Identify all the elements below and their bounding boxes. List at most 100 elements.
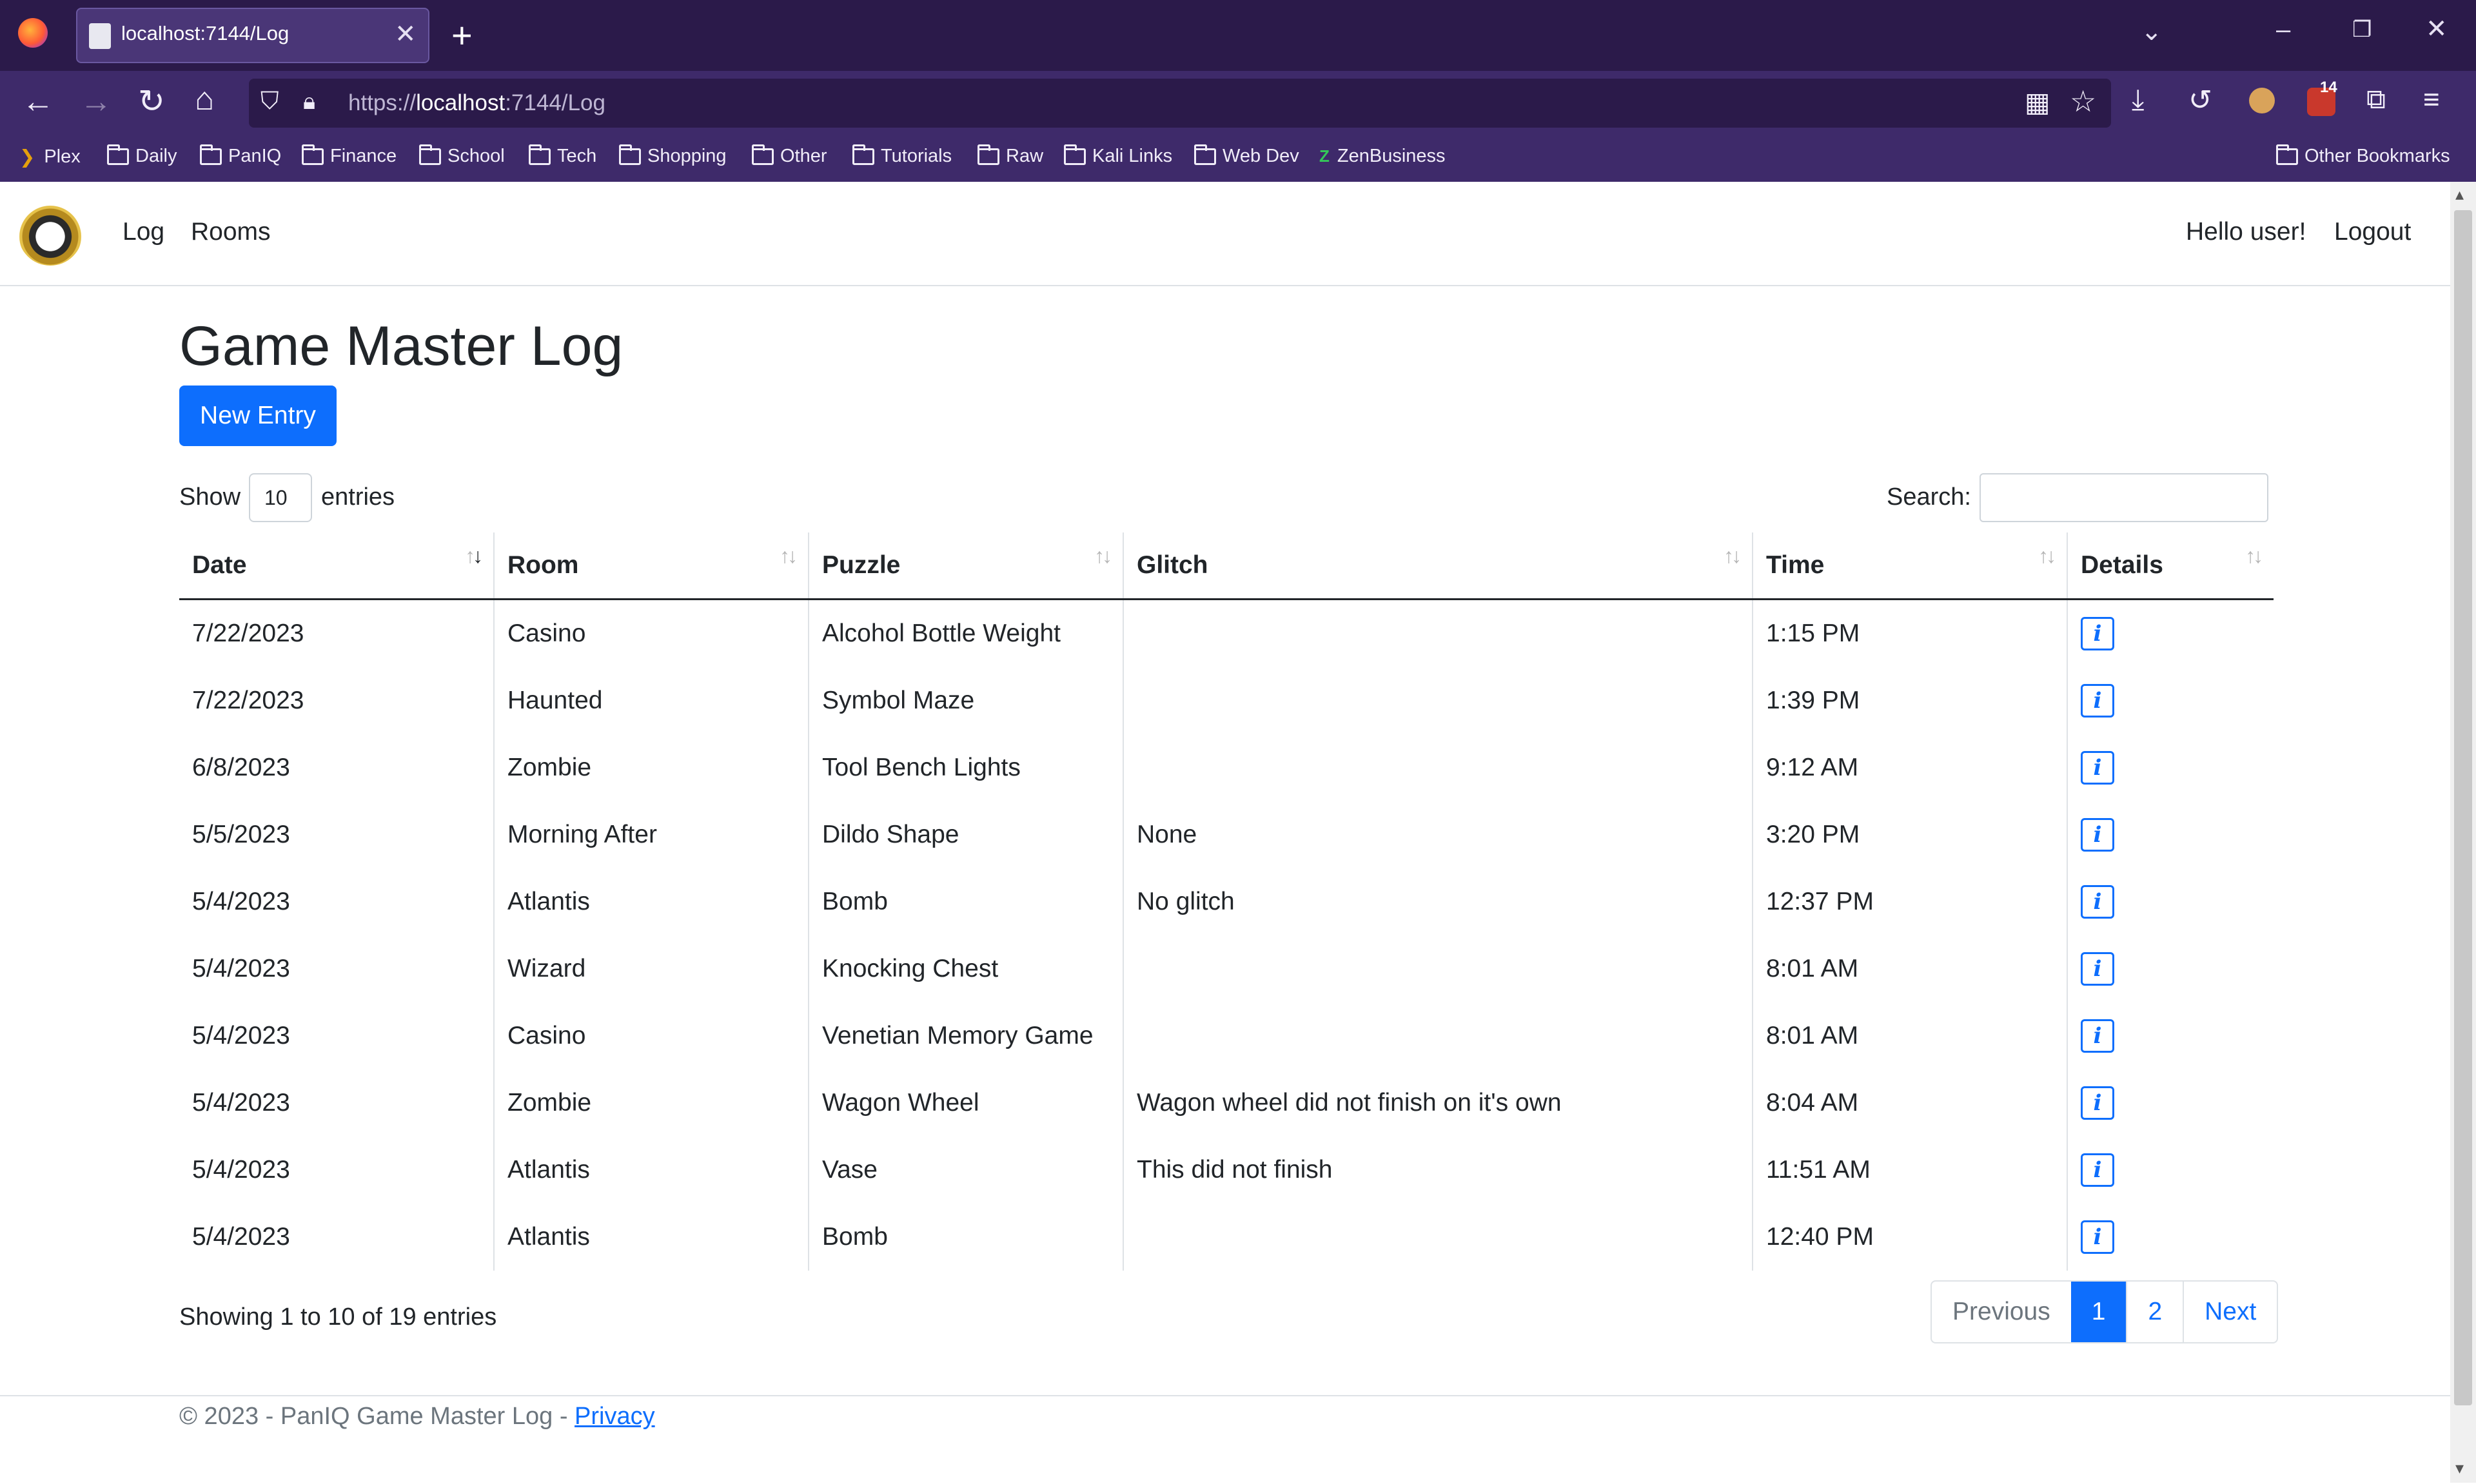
list-tabs-icon[interactable]: ⌄	[2141, 17, 2163, 46]
page-icon	[89, 23, 111, 49]
info-icon[interactable]: i	[2081, 751, 2114, 785]
bookmark-label: Raw	[1006, 146, 1044, 166]
info-icon[interactable]: i	[2081, 1086, 2114, 1120]
close-window-icon[interactable]: ✕	[2426, 14, 2448, 44]
bookmark-label: School	[447, 146, 505, 166]
other-bookmarks[interactable]: Other Bookmarks	[2276, 144, 2450, 167]
bookmark-paniq[interactable]: PanIQ	[200, 144, 281, 167]
scroll-up-icon[interactable]: ▴	[2455, 184, 2464, 204]
scroll-down-icon[interactable]: ▾	[2455, 1458, 2464, 1478]
forward-icon[interactable]: →	[80, 83, 112, 120]
shield-icon[interactable]: ⛉	[260, 88, 279, 115]
avatar-icon[interactable]	[2249, 88, 2275, 113]
table-row: 5/4/2023 Wizard Knocking Chest 8:01 AM i	[179, 935, 2274, 1002]
column-header-time[interactable]: Time ↑↓	[1752, 532, 2067, 600]
history-icon[interactable]: ↺	[2188, 84, 2212, 117]
previous-page-button[interactable]: Previous	[1932, 1282, 2071, 1342]
bookmark-label: Daily	[135, 146, 177, 166]
puzzle-icon[interactable]: ⧉	[2366, 84, 2386, 115]
cell-room: Atlantis	[493, 1137, 809, 1204]
scrollbar-thumb[interactable]	[2454, 210, 2472, 1405]
qr-code-icon[interactable]: ▦	[2025, 86, 2050, 118]
cell-details: i	[2067, 801, 2274, 868]
nav-rooms[interactable]: Rooms	[191, 218, 271, 246]
page-2-button[interactable]: 2	[2126, 1282, 2183, 1342]
table-row: 5/4/2023 Zombie Wagon Wheel Wagon wheel did…	[179, 1069, 2274, 1137]
log-table: Date ↑↓ Room ↑↓ Puzzle ↑↓ Glitch ↑↓ Time ↑↓ D…	[179, 532, 2274, 1271]
column-header-details[interactable]: Details ↑↓	[2067, 532, 2274, 600]
column-header-glitch[interactable]: Glitch ↑↓	[1123, 532, 1753, 600]
next-page-button[interactable]: Next	[2183, 1282, 2277, 1342]
bookmark-plex[interactable]: ❯ Plex	[19, 146, 81, 168]
bookmark-label: Shopping	[647, 146, 727, 166]
site-logo[interactable]	[18, 201, 83, 266]
bookmark-web-dev[interactable]: Web Dev	[1194, 144, 1299, 167]
column-header-room[interactable]: Room ↑↓	[493, 532, 809, 600]
cell-puzzle: Symbol Maze	[808, 667, 1123, 734]
sort-icon: ↑↓	[2038, 544, 2056, 567]
folder-icon	[752, 144, 774, 165]
hamburger-menu-icon[interactable]: ≡	[2423, 84, 2440, 116]
cell-room: Haunted	[493, 667, 809, 734]
info-icon[interactable]: i	[2081, 1153, 2114, 1187]
minimize-icon[interactable]: –	[2276, 15, 2290, 44]
restore-icon[interactable]: ❐	[2352, 17, 2372, 43]
info-icon[interactable]: i	[2081, 684, 2114, 718]
search-label: Search:	[1887, 483, 1971, 511]
entries-label: entries	[321, 483, 395, 511]
plex-icon: ❯	[19, 147, 35, 168]
logout-link[interactable]: Logout	[2334, 218, 2411, 246]
lock-icon[interactable]: 🔒︎	[303, 88, 315, 115]
back-icon[interactable]: ←	[22, 83, 54, 120]
tab-title: localhost:7144/Log	[121, 22, 290, 44]
cell-details: i	[2067, 1069, 2274, 1137]
page-length-select[interactable]: 10	[249, 473, 312, 522]
column-label: Details	[2081, 551, 2163, 579]
privacy-link[interactable]: Privacy	[575, 1403, 655, 1430]
bookmark-shopping[interactable]: Shopping	[619, 144, 727, 167]
info-icon[interactable]: i	[2081, 617, 2114, 650]
page-1-button[interactable]: 1	[2070, 1282, 2127, 1342]
cell-puzzle: Tool Bench Lights	[808, 734, 1123, 801]
downloads-icon[interactable]: ⤓	[2132, 84, 2144, 116]
bookmark-other[interactable]: Other	[752, 144, 827, 167]
bookmark-raw[interactable]: Raw	[978, 144, 1044, 167]
search-input[interactable]	[1980, 473, 2268, 522]
url-text[interactable]: https://localhost:7144/Log	[348, 90, 605, 116]
new-tab-icon[interactable]: +	[451, 14, 473, 56]
firefox-menu-icon[interactable]	[18, 18, 48, 48]
bookmark-kali-links[interactable]: Kali Links	[1064, 144, 1172, 167]
bookmark-school[interactable]: School	[419, 144, 505, 167]
cell-puzzle: Dildo Shape	[808, 801, 1123, 868]
info-icon[interactable]: i	[2081, 818, 2114, 852]
cell-puzzle: Vase	[808, 1137, 1123, 1204]
cell-time: 1:15 PM	[1752, 599, 2067, 667]
new-entry-button[interactable]: New Entry	[179, 386, 337, 446]
folder-icon	[107, 144, 129, 165]
bookmark-tutorials[interactable]: Tutorials	[852, 144, 952, 167]
cell-time: 3:20 PM	[1752, 801, 2067, 868]
info-icon[interactable]: i	[2081, 1220, 2114, 1254]
bookmark-zenbusiness[interactable]: Z ZenBusiness	[1319, 146, 1446, 167]
column-header-puzzle[interactable]: Puzzle ↑↓	[808, 532, 1123, 600]
bookmark-star-icon[interactable]: ☆	[2070, 84, 2096, 119]
bookmark-label: Tech	[557, 146, 597, 166]
close-tab-icon[interactable]: ✕	[395, 19, 417, 49]
table-row: 6/8/2023 Zombie Tool Bench Lights 9:12 AM i	[179, 734, 2274, 801]
bookmark-label: Other	[780, 146, 827, 166]
bookmark-label: Plex	[44, 146, 81, 167]
bookmark-finance[interactable]: Finance	[302, 144, 397, 167]
info-icon[interactable]: i	[2081, 1019, 2114, 1053]
site-navbar	[0, 182, 2450, 286]
cell-time: 8:01 AM	[1752, 1002, 2067, 1069]
info-icon[interactable]: i	[2081, 952, 2114, 986]
cell-puzzle: Bomb	[808, 1204, 1123, 1271]
nav-log[interactable]: Log	[123, 218, 164, 246]
bookmark-tech[interactable]: Tech	[529, 144, 597, 167]
greeting[interactable]: Hello user!	[2186, 218, 2306, 246]
info-icon[interactable]: i	[2081, 885, 2114, 919]
reload-icon[interactable]: ↻	[138, 83, 165, 120]
home-icon[interactable]: ⌂	[195, 80, 214, 117]
bookmark-daily[interactable]: Daily	[107, 144, 177, 167]
column-header-date[interactable]: Date ↑↓	[179, 532, 494, 600]
